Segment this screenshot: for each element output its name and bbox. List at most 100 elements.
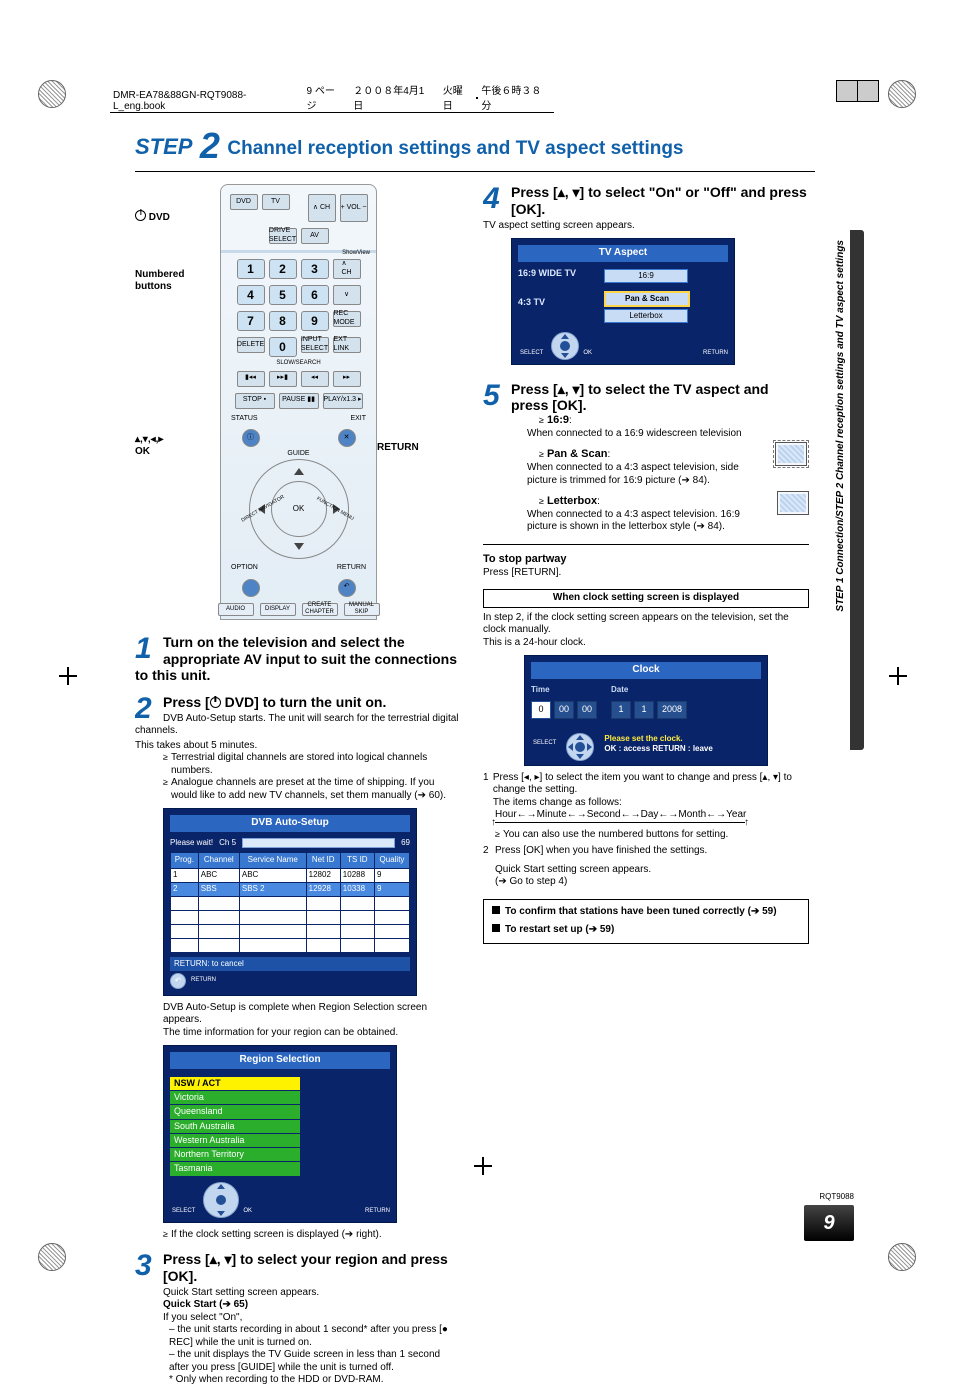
btn-vol: + VOL −	[340, 194, 368, 222]
btn-8: 8	[269, 311, 297, 331]
btn-6: 6	[301, 285, 329, 305]
btn-exit: ✕	[338, 429, 356, 447]
btn-ch3: ∨	[333, 285, 361, 305]
square-marks	[837, 80, 879, 102]
tv-icon	[777, 491, 809, 515]
qs-3: * Only when recording to the HDD or DVD-…	[163, 1374, 461, 1387]
clock-box-h: When clock setting screen is displayed	[483, 589, 809, 608]
qs-2: – the unit displays the TV Guide screen …	[163, 1349, 461, 1374]
quickstart-title: Quick Start (➔ 65)	[163, 1299, 461, 1312]
region-list: NSW / ACT Victoria Queensland South Aust…	[170, 1077, 300, 1176]
power-icon	[210, 697, 221, 708]
btn-av: AV	[301, 228, 329, 244]
table-row	[171, 910, 410, 924]
label-numbered: Numbered buttons	[135, 269, 220, 294]
step-1-heading: Turn on the television and select the ap…	[135, 634, 461, 684]
btn-5: 5	[269, 285, 297, 305]
table-row	[171, 924, 410, 938]
t-lb: When connected to a 4:3 aspect televisio…	[527, 509, 809, 534]
page-title: STEP 2 Channel reception settings and TV…	[135, 125, 815, 172]
t-169: When connected to a 16:9 widescreen tele…	[527, 428, 809, 441]
time-lbl: Time	[531, 685, 597, 695]
clock-mo: 1	[634, 701, 654, 719]
step-2-time: The time information for your region can…	[163, 1027, 461, 1040]
clock-order: Hour←→Minute←→Second←→Day←→Month←→Year	[495, 809, 809, 822]
tv-icon	[775, 442, 807, 466]
label-funcmenu: FUNCTION MENU	[311, 494, 357, 524]
btn-rew: ◂◂	[301, 371, 329, 387]
btn-mskip: MANUAL SKIP	[344, 603, 380, 616]
osd-region: Region Selection NSW / ACT Victoria Quee…	[163, 1045, 397, 1222]
step-4-heading: Press [▴, ▾] to select "On" or "Off" and…	[483, 184, 809, 218]
table-row	[171, 896, 410, 910]
step-1: 1 Turn on the television and select the …	[135, 634, 461, 684]
step-2-heading: Press [ DVD] to turn the unit on.	[135, 694, 461, 711]
btn-status: ⓘ	[242, 429, 260, 447]
ch-label: Ch 5	[219, 838, 236, 848]
progress-bar	[242, 838, 395, 848]
clock-after2: (➔ Go to step 4)	[495, 876, 809, 889]
step-2-done: DVB Auto-Setup is complete when Region S…	[163, 1002, 461, 1027]
region-title: Region Selection	[170, 1052, 390, 1069]
clock-y: 2008	[657, 701, 687, 719]
btn-skipl: ▮◂◂	[237, 371, 265, 387]
remote-label-ShowView: ShowView	[221, 250, 376, 253]
stop-body: Press [RETURN].	[483, 567, 809, 580]
label-directnav: DIRECT NAVIGATOR	[239, 494, 285, 524]
please-wait: Please wait!	[170, 838, 213, 848]
btn-recmode: REC MODE	[333, 311, 361, 327]
clock-s2: Press [OK] when you have finished the se…	[495, 845, 707, 858]
btn-ch2: ∧CH	[333, 259, 361, 279]
step-2: 2 Press [ DVD] to turn the unit on. DVB …	[135, 694, 461, 1241]
clock-title: Clock	[531, 662, 761, 679]
note-box: To confirm that stations have been tuned…	[483, 899, 809, 944]
btn-pause: PAUSE ▮▮	[279, 393, 319, 409]
region-item: Victoria	[170, 1091, 300, 1104]
left-column: DVD Numbered buttons ▴,▾,◂,▸ OK DVD TV ∧…	[135, 184, 461, 1397]
square-icon	[492, 924, 500, 932]
h-169: 16:9	[547, 414, 569, 426]
letterbox-illus	[777, 491, 809, 515]
step-3: 3 Press [▴, ▾] to select your region and…	[135, 1251, 461, 1387]
region-item: Tasmania	[170, 1162, 300, 1175]
step-5: 5 Press [▴, ▾] to select the TV aspect a…	[483, 381, 809, 534]
restart: To restart set up (➔ 59)	[505, 924, 614, 935]
ok-button: OK DIRECT NAVIGATOR FUNCTION MENU	[271, 481, 327, 537]
clock-m: 00	[554, 701, 574, 719]
clock-s1: Press [◂, ▸] to select the item you want…	[493, 772, 809, 810]
slow-label: SLOW/SEARCH	[221, 360, 376, 368]
square-icon	[492, 906, 500, 914]
btn-dvd-power: DVD	[230, 194, 258, 210]
side-tab	[850, 230, 864, 750]
qs-1: – the unit starts recording in about 1 s…	[163, 1324, 461, 1349]
osd-clock: Clock Time 0 00 00 Date	[524, 655, 768, 766]
btn-delete: DELETE	[237, 337, 265, 353]
nav-pad	[566, 733, 592, 759]
nav-pad	[203, 1182, 237, 1216]
label-option: OPTION	[231, 564, 258, 573]
btn-option	[242, 579, 260, 597]
btn-7: 7	[237, 311, 265, 331]
btn-ff: ▸▸	[333, 371, 361, 387]
clock-note: If the clock setting screen is displayed…	[171, 1229, 461, 1242]
aspect-43-lbl: 4:3 TV	[518, 297, 588, 308]
btn-1: 1	[237, 259, 265, 279]
book-name: DMR-EA78&88GN-RQT9088-L_eng.book	[110, 90, 301, 112]
remote-illustration: DVD Numbered buttons ▴,▾,◂,▸ OK DVD TV ∧…	[135, 184, 461, 620]
step-5-heading: Press [▴, ▾] to select the TV aspect and…	[483, 381, 809, 415]
nav-ring: OK DIRECT NAVIGATOR FUNCTION MENU	[249, 459, 349, 559]
step-3-heading: Press [▴, ▾] to select your region and p…	[135, 1251, 461, 1285]
btn-4: 4	[237, 285, 265, 305]
reg-mark	[888, 1243, 916, 1271]
return-lbl: RETURN	[191, 977, 216, 985]
region-item: South Australia	[170, 1120, 300, 1133]
step-2-body1: DVB Auto-Setup starts. The unit will sea…	[135, 713, 461, 738]
btn-skipr: ▸▸▮	[269, 371, 297, 387]
page-number: 9	[804, 1205, 854, 1241]
book-date: ２００８年4月1日	[350, 82, 437, 112]
osd-aspect: TV Aspect 16:9 WIDE TV 4:3 TV 16:9 Pan &…	[511, 238, 735, 365]
region-item: Western Australia	[170, 1134, 300, 1147]
opt-169: 16:9	[604, 269, 688, 283]
btn-extlink: EXT LINK	[333, 337, 361, 353]
stop-h: To stop partway	[483, 553, 567, 565]
